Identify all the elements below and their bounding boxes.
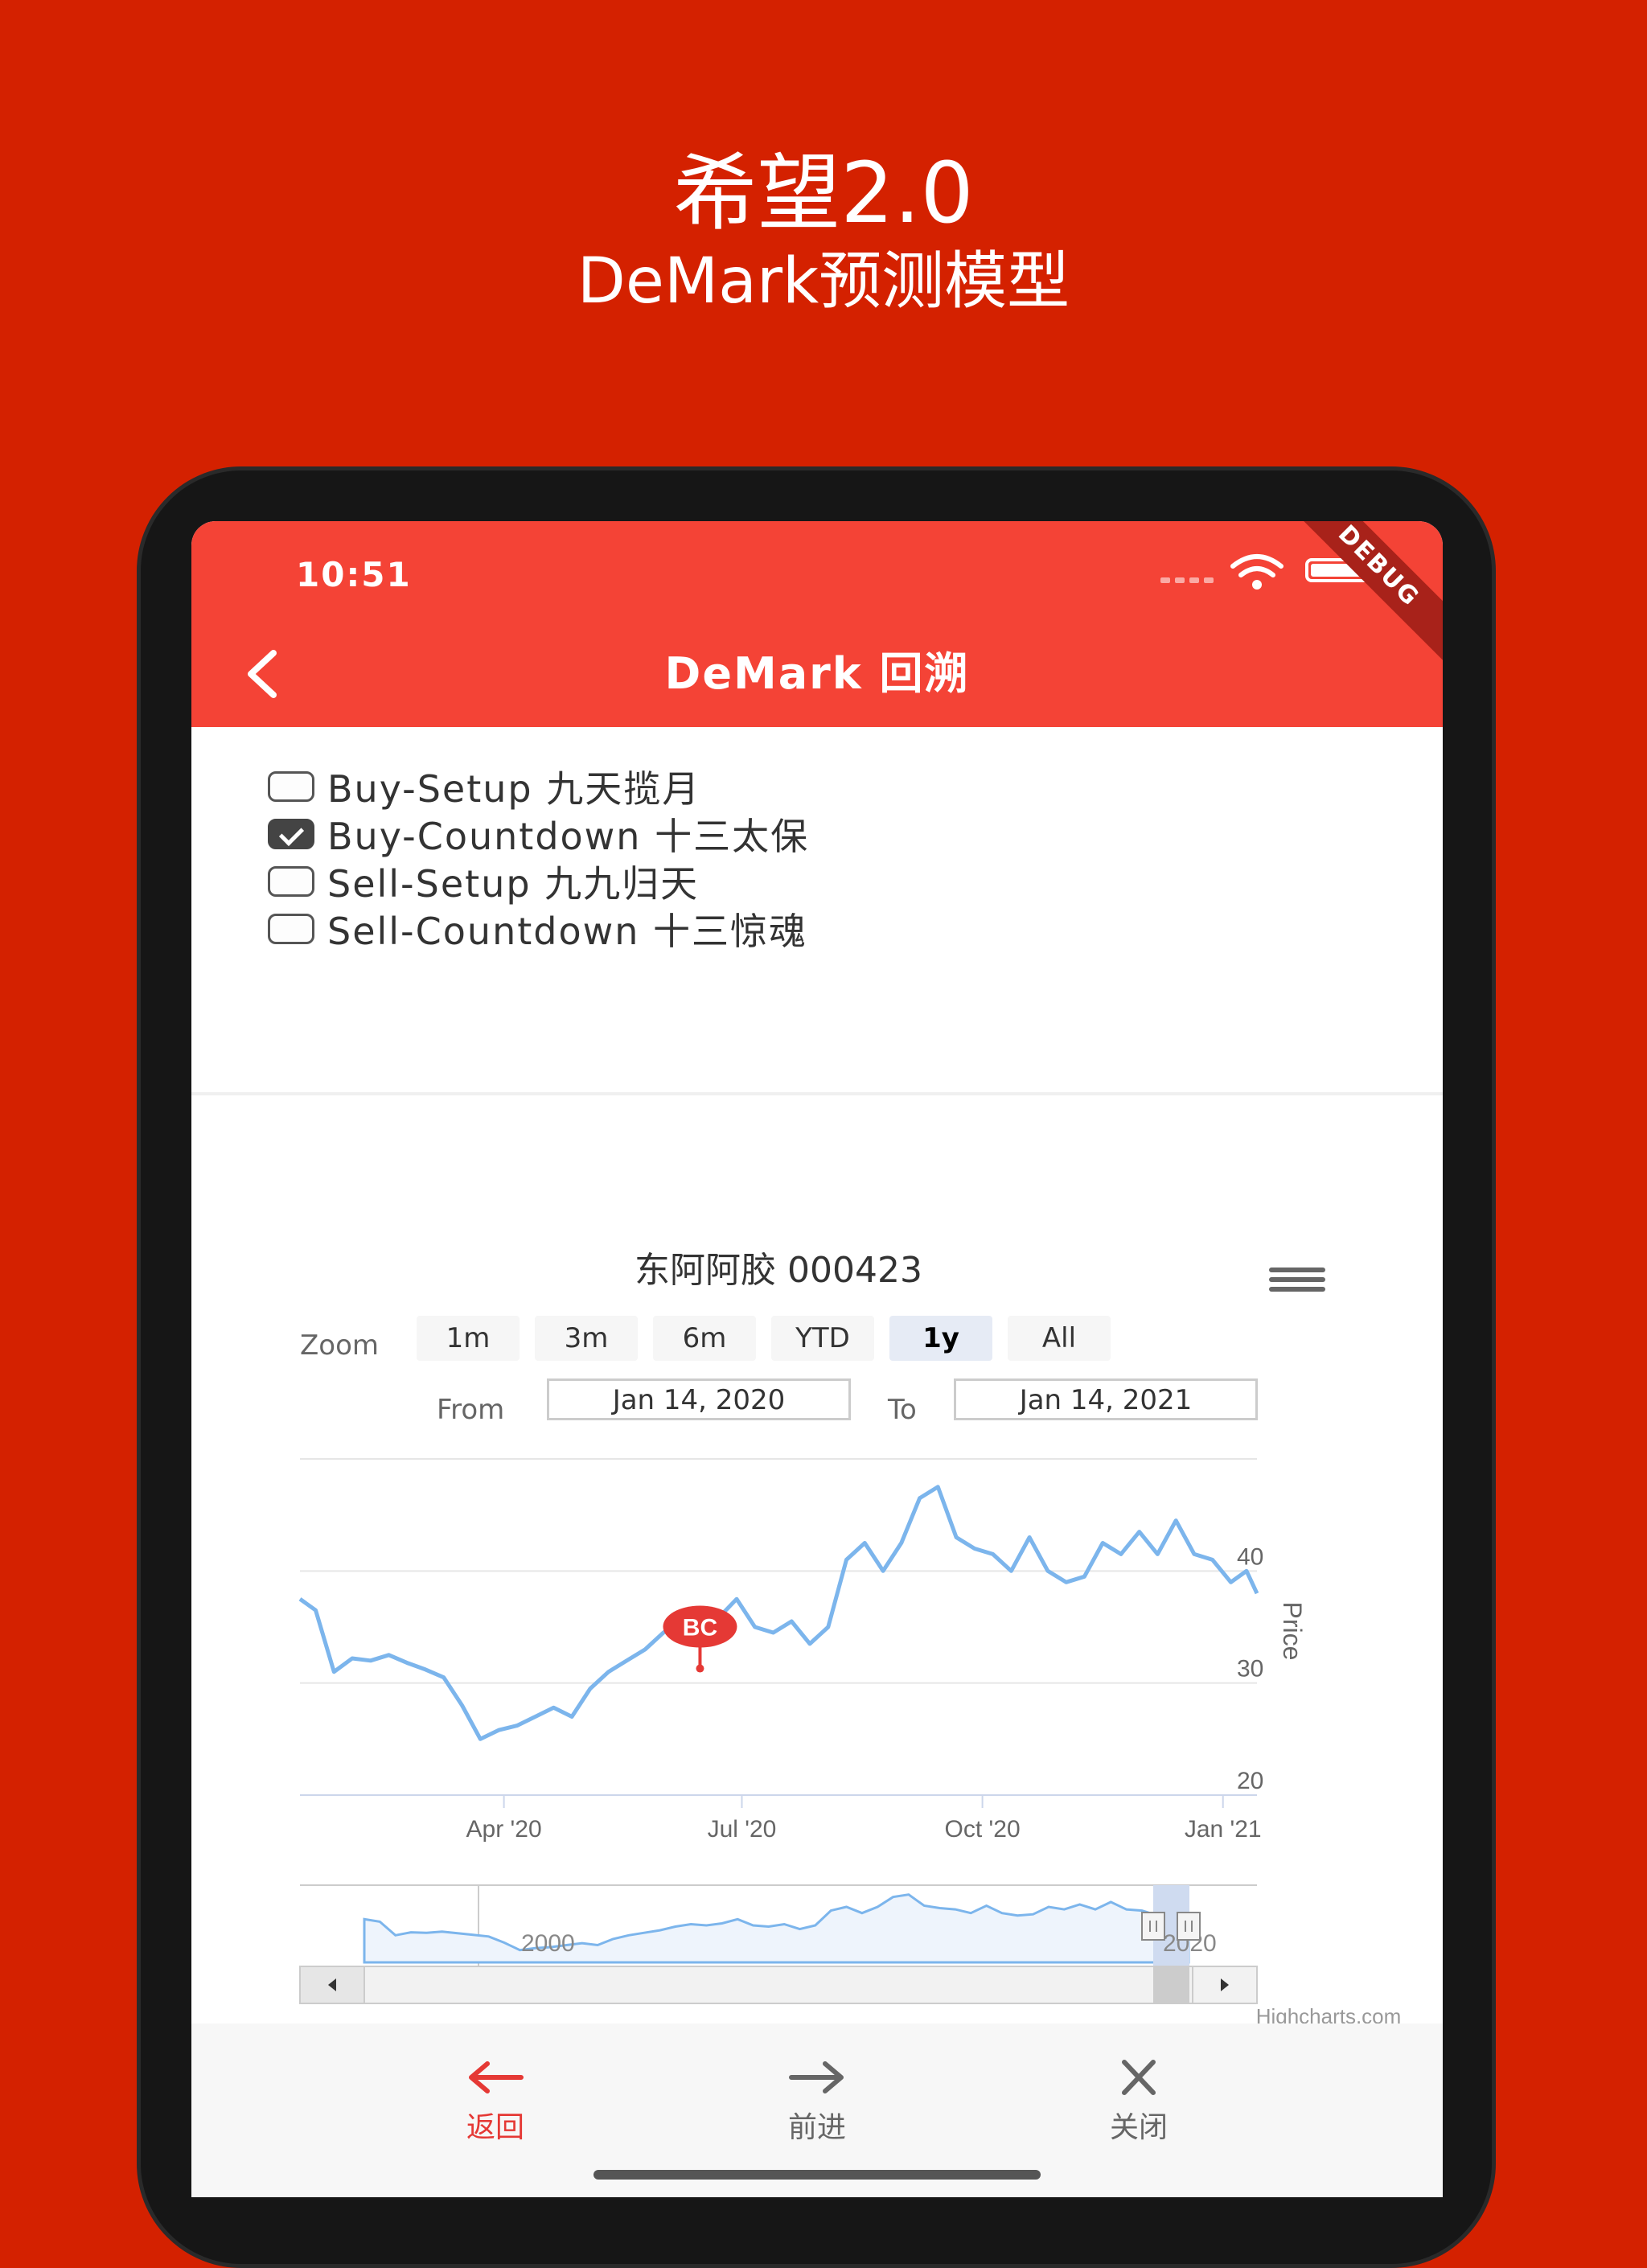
price-series-line xyxy=(298,1485,1259,1741)
x-tick-label: Jul '20 xyxy=(708,1816,777,1843)
flag-point xyxy=(696,1664,704,1673)
hero-title: 希望2.0 xyxy=(673,144,974,242)
stock-chart: 203040PriceApr '20 Jul '20 Oct '20 Jan '21 … xyxy=(298,1458,1402,2024)
flag-label: BC xyxy=(683,1615,717,1641)
forward-nav-button[interactable]: 前进 xyxy=(721,2057,914,2146)
y-tick-label: 40 xyxy=(1237,1543,1263,1570)
app-screen: 10:51 DEBUG DeMark 回溯 Buy-Setup 九天揽月 Buy… xyxy=(191,521,1443,2197)
x-tick-label: Apr '20 xyxy=(466,1816,542,1843)
back-nav-button[interactable]: 返回 xyxy=(399,2057,592,2146)
navigator-handle-right[interactable] xyxy=(1177,1912,1201,1941)
navigator-handle-left[interactable] xyxy=(1141,1912,1165,1941)
bottom-navigation: 返回 前进 关闭 xyxy=(191,2024,1443,2197)
y-tick-label: 30 xyxy=(1237,1656,1263,1683)
home-indicator xyxy=(593,2170,1041,2180)
hero-subtitle: DeMark预测模型 xyxy=(577,245,1070,318)
close-nav-label: 关闭 xyxy=(1109,2111,1168,2144)
y-axis-label: Price xyxy=(1278,1602,1307,1661)
arrow-left-icon xyxy=(469,2061,524,2093)
navigator-series xyxy=(363,1893,1190,1964)
close-nav-button[interactable]: 关闭 xyxy=(1042,2057,1235,2146)
scrollbar[interactable] xyxy=(299,1966,1258,2004)
navigator-label: 2000 xyxy=(521,1930,575,1957)
arrow-right-icon xyxy=(789,2061,844,2093)
chart-credits[interactable]: Highcharts.com xyxy=(1256,2004,1402,2024)
x-tick-label: Jan '21 xyxy=(1185,1816,1262,1843)
back-nav-label: 返回 xyxy=(466,2111,524,2144)
navigator[interactable]: 2000 2020 xyxy=(300,1884,1257,1966)
scrollbar-thumb[interactable] xyxy=(1153,1966,1189,2003)
forward-nav-label: 前进 xyxy=(787,2111,846,2144)
x-tick-label: Oct '20 xyxy=(945,1816,1021,1843)
y-tick-label: 20 xyxy=(1237,1768,1263,1794)
close-icon xyxy=(1122,2060,1156,2095)
